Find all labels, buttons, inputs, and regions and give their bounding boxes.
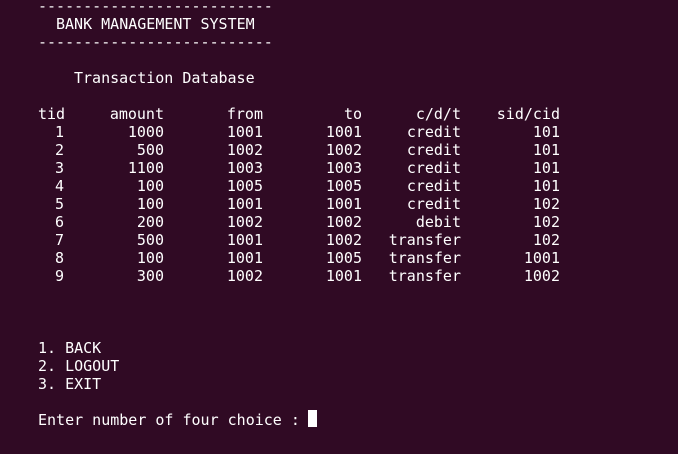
table-row: 7 500 1001 1002 transfer 102 xyxy=(0,231,678,249)
cell-to: 1001 xyxy=(325,123,362,141)
table-row: 4 100 1005 1005 credit 101 xyxy=(0,177,678,195)
cell-amount: 100 xyxy=(136,195,164,213)
cell-from: 1003 xyxy=(226,159,263,177)
banner-rule-top: -------------------------- xyxy=(38,0,273,15)
menu-item-back: 1. BACK xyxy=(38,339,102,357)
input-prompt: Enter number of four choice : xyxy=(38,411,309,429)
cell-to: 1005 xyxy=(325,177,362,195)
terminal-window[interactable]: -------------------------- BANK MANAGEME… xyxy=(0,0,678,454)
header-amount: amount xyxy=(109,105,164,123)
cell-tid: 1 xyxy=(54,123,64,141)
cell-sid: 101 xyxy=(532,177,560,195)
cell-to: 1002 xyxy=(325,213,362,231)
cell-type: credit xyxy=(406,177,461,195)
cell-amount: 100 xyxy=(136,177,164,195)
cell-sid: 102 xyxy=(532,231,560,249)
cell-to: 1001 xyxy=(325,267,362,285)
cell-type: transfer xyxy=(388,231,461,249)
cell-tid: 4 xyxy=(54,177,64,195)
cell-type: credit xyxy=(406,123,461,141)
page-title: Transaction Database xyxy=(74,69,255,87)
cell-from: 1002 xyxy=(226,141,263,159)
cell-to: 1002 xyxy=(325,141,362,159)
cell-tid: 5 xyxy=(54,195,64,213)
cell-type: credit xyxy=(406,195,461,213)
cell-tid: 2 xyxy=(54,141,64,159)
cell-amount: 1100 xyxy=(127,159,164,177)
text-cursor[interactable] xyxy=(308,410,317,427)
cell-amount: 100 xyxy=(136,249,164,267)
table-row: 6 200 1002 1002 debit 102 xyxy=(0,213,678,231)
cell-from: 1001 xyxy=(226,123,263,141)
cell-tid: 9 xyxy=(54,267,64,285)
menu-item-exit: 3. EXIT xyxy=(38,375,102,393)
cell-tid: 8 xyxy=(54,249,64,267)
cell-type: transfer xyxy=(388,249,461,267)
cell-type: transfer xyxy=(388,267,461,285)
cell-type: credit xyxy=(406,159,461,177)
cell-amount: 500 xyxy=(136,231,164,249)
cell-amount: 1000 xyxy=(127,123,164,141)
cell-sid: 102 xyxy=(532,213,560,231)
cell-sid: 101 xyxy=(532,159,560,177)
banner-title: BANK MANAGEMENT SYSTEM xyxy=(56,15,255,33)
cell-to: 1003 xyxy=(325,159,362,177)
cell-tid: 6 xyxy=(54,213,64,231)
table-row: 5 100 1001 1001 credit 102 xyxy=(0,195,678,213)
header-from: from xyxy=(226,105,263,123)
header-sid: sid/cid xyxy=(496,105,560,123)
cell-from: 1002 xyxy=(226,267,263,285)
table-row: 3 1100 1003 1003 credit 101 xyxy=(0,159,678,177)
cell-from: 1002 xyxy=(226,213,263,231)
cell-type: debit xyxy=(415,213,461,231)
cell-sid: 1001 xyxy=(523,249,560,267)
header-to: to xyxy=(343,105,362,123)
cell-amount: 300 xyxy=(136,267,164,285)
cell-from: 1005 xyxy=(226,177,263,195)
cell-amount: 500 xyxy=(136,141,164,159)
cell-from: 1001 xyxy=(226,195,263,213)
cell-to: 1002 xyxy=(325,231,362,249)
banner-rule-bottom: -------------------------- xyxy=(38,33,273,51)
cell-sid: 101 xyxy=(532,141,560,159)
header-tid: tid xyxy=(38,105,66,123)
cell-from: 1001 xyxy=(226,249,263,267)
cell-to: 1001 xyxy=(325,195,362,213)
cell-sid: 102 xyxy=(532,195,560,213)
cell-sid: 101 xyxy=(532,123,560,141)
cell-type: credit xyxy=(406,141,461,159)
cell-tid: 7 xyxy=(54,231,64,249)
table-row: 8 100 1001 1005 transfer 1001 xyxy=(0,249,678,267)
header-type: c/d/t xyxy=(415,105,461,123)
table-row: 2 500 1002 1002 credit 101 xyxy=(0,141,678,159)
cell-to: 1005 xyxy=(325,249,362,267)
table-row: 9 300 1002 1001 transfer 1002 xyxy=(0,267,678,285)
cell-amount: 200 xyxy=(136,213,164,231)
cell-from: 1001 xyxy=(226,231,263,249)
cell-tid: 3 xyxy=(54,159,64,177)
cell-sid: 1002 xyxy=(523,267,560,285)
menu-item-logout: 2. LOGOUT xyxy=(38,357,120,375)
table-header: tid amount from to c/d/t sid/cid xyxy=(0,105,678,123)
table-row: 1 1000 1001 1001 credit 101 xyxy=(0,123,678,141)
